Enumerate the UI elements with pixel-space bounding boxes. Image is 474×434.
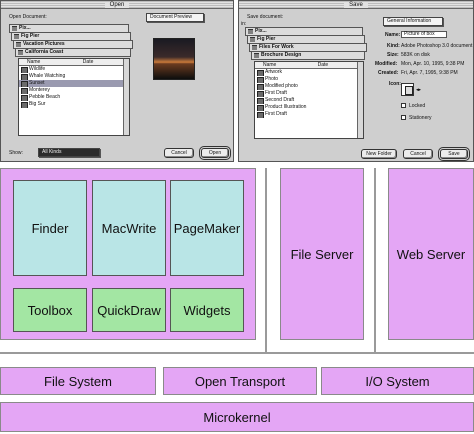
save-cancel-button[interactable]: Cancel xyxy=(403,149,433,159)
info-kind-value: Adobe Photoshop 3.0 document xyxy=(401,43,473,49)
info-modified-key: Modified: xyxy=(375,61,398,67)
io-system-label: I/O System xyxy=(365,373,430,389)
show-label: Show: xyxy=(9,150,23,156)
list-item[interactable]: Second Draft xyxy=(255,97,363,104)
save-column-name-header[interactable]: Name xyxy=(263,62,276,68)
separator-vertical-right xyxy=(374,168,376,352)
save-list-header: Name Date xyxy=(255,62,363,69)
save-column-date-header[interactable]: Date xyxy=(318,62,329,68)
save-folder-tab-brochure-design[interactable]: Brochure Design xyxy=(251,51,365,60)
separator-vertical-left xyxy=(265,168,267,352)
list-item[interactable]: Product Illustration xyxy=(255,104,363,111)
save-dialog-titlebar[interactable]: Save xyxy=(239,1,473,9)
show-kind-popup[interactable]: All Kinds xyxy=(38,148,100,157)
list-item[interactable]: First Draft xyxy=(255,111,363,118)
finder-box: Finder xyxy=(13,180,87,276)
column-date-header[interactable]: Date xyxy=(83,59,94,65)
open-cancel-button[interactable]: Cancel xyxy=(164,148,194,158)
info-kind-key: Kind: xyxy=(387,43,400,49)
list-item[interactable]: First Draft xyxy=(255,90,363,97)
open-list-header: Name Date xyxy=(19,59,129,66)
info-name-key: Name: xyxy=(385,32,401,38)
folder-tab-california-coast[interactable]: California Coast xyxy=(15,48,131,57)
info-created-key: Created: xyxy=(378,70,399,76)
list-item[interactable]: Whale Watching xyxy=(19,73,129,80)
save-document-label: Save document: xyxy=(247,14,284,20)
document-preview-popup[interactable]: Document Preview xyxy=(146,13,204,22)
open-dialog-titlebar[interactable]: Open xyxy=(1,1,233,9)
list-item[interactable]: Big Sur xyxy=(19,101,129,108)
locked-checkbox[interactable] xyxy=(401,103,406,108)
stationery-checkbox[interactable] xyxy=(401,115,406,120)
list-item-selected[interactable]: Sunset xyxy=(19,80,129,87)
info-size-key: Size: xyxy=(387,52,399,58)
column-name-header[interactable]: Name xyxy=(27,59,40,65)
locked-label: Locked xyxy=(409,103,426,109)
list-item[interactable]: Monterey xyxy=(19,87,129,94)
save-dialog: Save Save document: in: General Informat… xyxy=(238,0,474,162)
open-file-list[interactable]: Name Date Wildlife Whale Watching Sunset… xyxy=(18,58,130,136)
file-server-label: File Server xyxy=(290,246,354,262)
list-item[interactable]: Wildlife xyxy=(19,66,129,73)
macwrite-box: MacWrite xyxy=(92,180,166,276)
open-dialog-title: Open xyxy=(104,2,130,8)
quickdraw-box: QuickDraw xyxy=(92,288,166,332)
icon-arrows-icon[interactable]: ◂▸ xyxy=(416,87,421,93)
widgets-box: Widgets xyxy=(170,288,244,332)
separator-horizontal xyxy=(0,352,474,354)
general-information-popup[interactable]: General Information xyxy=(383,17,443,26)
open-document-label: Open Document: xyxy=(9,14,47,20)
sunset-preview-image xyxy=(153,38,195,80)
info-icon-key: Icon: xyxy=(389,81,401,87)
info-created-value: Fri, Apr. 7, 1995, 9:38 PM xyxy=(401,70,458,76)
save-file-list[interactable]: Name Date Artwork Photo Modified photo F… xyxy=(254,61,364,139)
info-size-value: 583K on disk xyxy=(401,52,430,58)
pagemaker-box: PageMaker xyxy=(170,180,244,276)
document-name-field[interactable]: Picture of box xyxy=(401,31,447,38)
open-transport-label: Open Transport xyxy=(194,373,286,389)
info-modified-value: Mon, Apr. 10, 1995, 9:38 PM xyxy=(401,61,465,67)
web-server-label: Web Server xyxy=(396,246,466,262)
open-dialog: Open Open Document: Document Preview Pix… xyxy=(0,0,234,162)
save-button[interactable]: Save xyxy=(438,147,470,161)
toolbox-box: Toolbox xyxy=(13,288,87,332)
open-button[interactable]: Open xyxy=(199,146,231,160)
save-list-scrollbar[interactable] xyxy=(357,62,363,138)
open-list-scrollbar[interactable] xyxy=(123,59,129,135)
stationery-label: Stationery xyxy=(409,115,432,121)
microkernel-label: Microkernel xyxy=(203,409,271,425)
file-system-label: File System xyxy=(44,373,112,389)
save-dialog-title: Save xyxy=(344,2,368,8)
list-item[interactable]: Pebble Beach xyxy=(19,94,129,101)
list-item[interactable]: Modified photo xyxy=(255,83,363,90)
new-folder-button[interactable]: New Folder xyxy=(361,149,397,159)
document-icon xyxy=(401,83,414,96)
list-item[interactable]: Artwork xyxy=(255,69,363,76)
list-item[interactable]: Photo xyxy=(255,76,363,83)
